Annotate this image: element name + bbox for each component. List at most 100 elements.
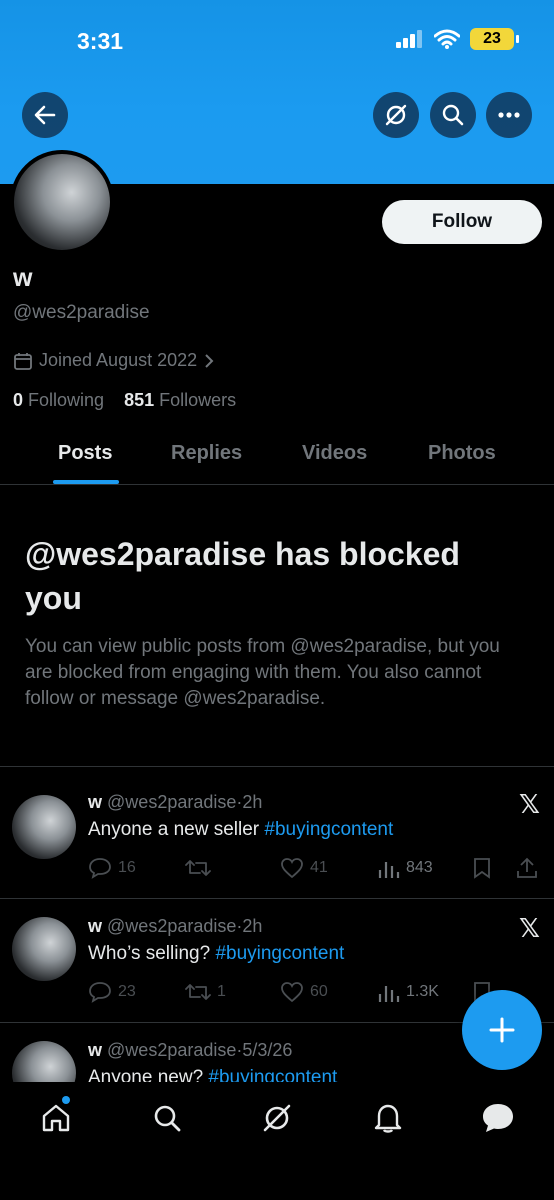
reply-action[interactable]: 23	[88, 981, 136, 1003]
hashtag-link[interactable]: #buyingcontent	[208, 1067, 337, 1082]
plus-icon	[489, 1017, 515, 1043]
bell-icon	[374, 1104, 402, 1133]
post-author-handle: @wes2paradise	[107, 1040, 237, 1060]
post-avatar[interactable]	[12, 795, 76, 859]
blocked-message: You can view public posts from @wes2para…	[25, 636, 500, 709]
repost-count: 1	[217, 983, 226, 1000]
reply-count: 23	[118, 983, 136, 1000]
nav-grok[interactable]	[259, 1100, 295, 1136]
nav-search[interactable]	[149, 1100, 185, 1136]
notification-dot	[62, 1096, 70, 1104]
following-label: Following	[28, 390, 105, 410]
views-action[interactable]: 1.3K	[378, 982, 439, 1002]
repost-icon	[185, 860, 211, 876]
search-icon	[442, 104, 464, 126]
views-count: 843	[406, 859, 433, 876]
chevron-right-icon	[205, 353, 214, 368]
more-button[interactable]	[486, 92, 532, 138]
post-body: Anyone a new seller	[88, 819, 265, 840]
post-actions: 16 41 843	[88, 855, 543, 881]
nav-messages[interactable]	[480, 1100, 516, 1136]
post-header: w @wes2paradise·2h	[88, 916, 263, 936]
wifi-icon	[434, 29, 460, 49]
like-action[interactable]: 41	[280, 857, 328, 879]
joined-label: Joined August 2022	[39, 350, 198, 370]
more-icon	[498, 112, 520, 118]
profile-avatar[interactable]	[10, 150, 114, 254]
followers-count: 851	[124, 390, 155, 410]
arrow-left-icon	[34, 105, 56, 125]
grok-icon	[263, 1104, 291, 1132]
like-action[interactable]: 60	[280, 981, 328, 1003]
nav-home[interactable]	[38, 1100, 74, 1136]
bookmark-icon[interactable]	[472, 857, 492, 879]
followers-link[interactable]: 851 Followers	[124, 390, 236, 410]
home-icon	[42, 1104, 70, 1132]
like-count: 60	[310, 983, 328, 1000]
grok-icon	[385, 104, 407, 126]
grok-button[interactable]	[373, 92, 419, 138]
followers-label: Followers	[159, 390, 237, 410]
post-header: w @wes2paradise·5/3/26	[88, 1040, 293, 1060]
following-count: 0	[13, 390, 24, 410]
chat-bubble-icon	[483, 1104, 513, 1132]
post-text: Who’s selling? #buyingcontent	[88, 943, 344, 965]
search-button[interactable]	[430, 92, 476, 138]
display-name: w	[13, 264, 33, 292]
post-time: 2h	[242, 916, 263, 936]
post-text: Anyone a new seller #buyingcontent	[88, 819, 393, 841]
profile-handle: @wes2paradise	[13, 302, 150, 323]
battery-level: 23	[483, 30, 501, 47]
hashtag-link[interactable]: #buyingcontent	[264, 819, 393, 840]
views-count: 1.3K	[406, 983, 439, 1000]
views-icon	[378, 986, 400, 1002]
heart-icon	[281, 858, 303, 879]
profile-tabs: Posts Replies Videos Photos	[0, 430, 554, 485]
tab-videos[interactable]: Videos	[302, 442, 367, 465]
divider	[0, 898, 554, 899]
like-count: 41	[310, 859, 328, 876]
post-author-handle: @wes2paradise	[107, 792, 237, 812]
bottom-nav	[0, 1082, 554, 1200]
post-time: 2h	[242, 792, 263, 812]
post-author-handle: @wes2paradise	[107, 916, 237, 936]
share-icon[interactable]	[516, 857, 538, 879]
post-avatar[interactable]	[12, 917, 76, 981]
post-text: Anyone new? #buyingcontent	[88, 1067, 337, 1082]
repost-action[interactable]	[185, 858, 217, 878]
reply-icon	[89, 982, 111, 1003]
following-link[interactable]: 0 Following	[13, 390, 104, 410]
nav-notifications[interactable]	[370, 1100, 406, 1136]
divider	[0, 766, 554, 767]
follow-button[interactable]: Follow	[382, 200, 542, 244]
post-header: w @wes2paradise·2h	[88, 792, 263, 812]
views-action[interactable]: 843	[378, 858, 433, 878]
views-icon	[378, 862, 400, 878]
repost-icon	[185, 984, 211, 1000]
follow-counts: 0 Following 851 Followers	[13, 390, 236, 411]
x-logo-icon: 𝕏	[519, 913, 540, 943]
reply-count: 16	[118, 859, 136, 876]
repost-action[interactable]: 1	[185, 982, 226, 1002]
tab-photos[interactable]: Photos	[428, 442, 496, 465]
back-button[interactable]	[22, 92, 68, 138]
post-author-name: w	[88, 792, 103, 812]
signal-icon	[396, 30, 422, 48]
reply-icon	[89, 858, 111, 879]
post-body: Who’s selling?	[88, 943, 216, 964]
joined-date[interactable]: Joined August 2022	[13, 350, 215, 371]
post-author-name: w	[88, 916, 103, 936]
x-logo-icon: 𝕏	[519, 789, 540, 819]
status-icons: 23	[396, 28, 519, 50]
post-body: Anyone new?	[88, 1067, 209, 1082]
active-tab-indicator	[53, 480, 119, 484]
reply-action[interactable]: 16	[88, 857, 136, 879]
compose-button[interactable]	[462, 990, 542, 1070]
tab-posts[interactable]: Posts	[58, 442, 112, 465]
post-time: 5/3/26	[242, 1040, 293, 1060]
tab-replies[interactable]: Replies	[171, 442, 242, 465]
post-avatar[interactable]	[12, 1041, 76, 1082]
search-icon	[154, 1105, 181, 1132]
hashtag-link[interactable]: #buyingcontent	[215, 943, 344, 964]
status-time: 3:31	[77, 28, 124, 54]
